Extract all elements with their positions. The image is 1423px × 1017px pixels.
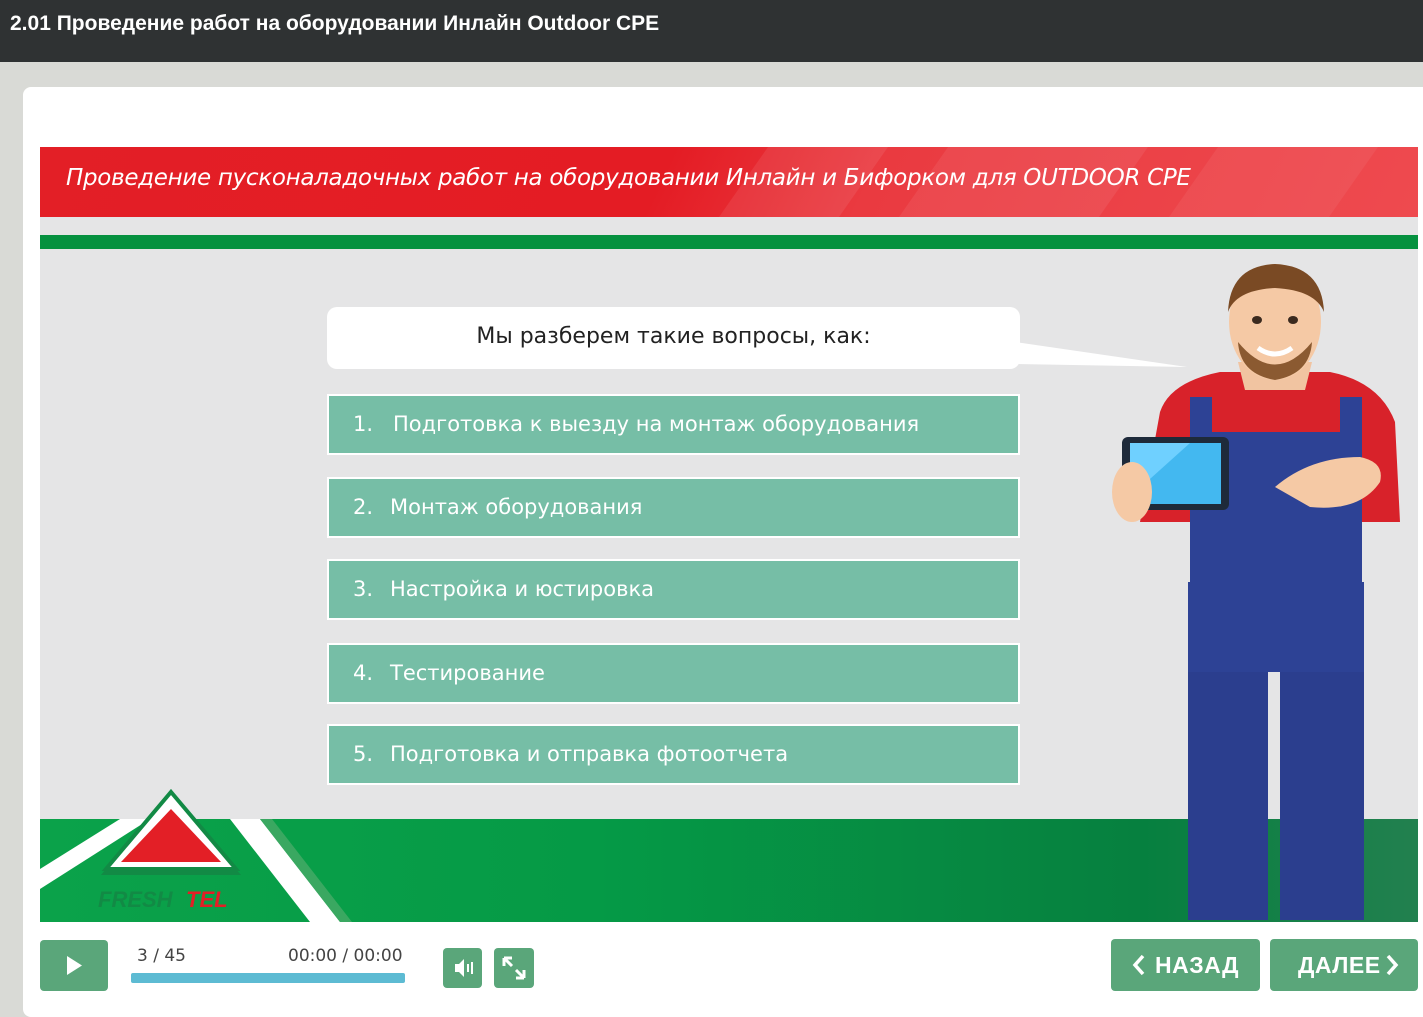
- back-button[interactable]: НАЗАД: [1111, 939, 1260, 991]
- logo-text-a: FRESH: [98, 887, 174, 912]
- logo-text-b: TEL: [186, 887, 228, 912]
- list-item-label: Настройка и юстировка: [390, 577, 655, 601]
- list-item-number: 3.: [353, 577, 374, 601]
- player-controls: 3 / 45 00:00 / 00:00 НАЗАД ДАЛЕЕ: [0, 925, 1423, 997]
- back-label: НАЗАД: [1155, 952, 1239, 978]
- slide-counter: 3 / 45: [137, 946, 186, 966]
- course-title: 2.01 Проведение работ на оборудовании Ин…: [10, 12, 660, 35]
- slide: Проведение пусконаладочных работ на обор…: [40, 147, 1418, 922]
- list-item-number: 1.: [353, 412, 374, 436]
- slide-banner: Проведение пусконаладочных работ на обор…: [40, 147, 1418, 217]
- progress-bar[interactable]: [131, 973, 405, 983]
- play-button[interactable]: [40, 940, 108, 991]
- list-item-label: Монтаж оборудования: [390, 495, 643, 519]
- volume-icon: [455, 959, 473, 977]
- list-item: 2. Монтаж оборудования: [327, 477, 1020, 538]
- list-item: 4. Тестирование: [327, 643, 1020, 704]
- list-item: 3. Настройка и юстировка: [327, 559, 1020, 620]
- freshtel-logo: FRESH TEL: [98, 788, 241, 912]
- volume-button[interactable]: [443, 948, 482, 988]
- list-item: 1. Подготовка к выезду на монтаж оборудо…: [327, 394, 1020, 455]
- green-divider: [40, 235, 1418, 249]
- list-item-number: 5.: [353, 742, 374, 766]
- next-label: ДАЛЕЕ: [1298, 952, 1381, 978]
- worker-illustration: [1112, 264, 1400, 920]
- list-item-number: 2.: [353, 495, 374, 519]
- top-bar: 2.01 Проведение работ на оборудовании Ин…: [0, 0, 1423, 62]
- list-item-label: Подготовка к выезду на монтаж оборудован…: [393, 412, 920, 436]
- fullscreen-icon: [502, 956, 526, 980]
- list-item-label: Тестирование: [390, 661, 545, 685]
- chevron-right-icon: [1386, 954, 1399, 976]
- list-item-label: Подготовка и отправка фотоотчета: [390, 742, 789, 766]
- time-display: 00:00 / 00:00: [288, 946, 403, 966]
- list-item: 5. Подготовка и отправка фотоотчета: [327, 724, 1020, 785]
- chevron-left-icon: [1132, 954, 1145, 976]
- play-icon: [67, 956, 82, 975]
- next-button[interactable]: ДАЛЕЕ: [1270, 939, 1418, 991]
- speech-bubble: Мы разберем такие вопросы, как:: [327, 307, 1020, 369]
- slide-title: Проведение пусконаладочных работ на обор…: [66, 165, 1191, 191]
- speech-bubble-text: Мы разберем такие вопросы, как:: [476, 324, 871, 349]
- list-item-number: 4.: [353, 661, 374, 685]
- fullscreen-button[interactable]: [494, 948, 534, 988]
